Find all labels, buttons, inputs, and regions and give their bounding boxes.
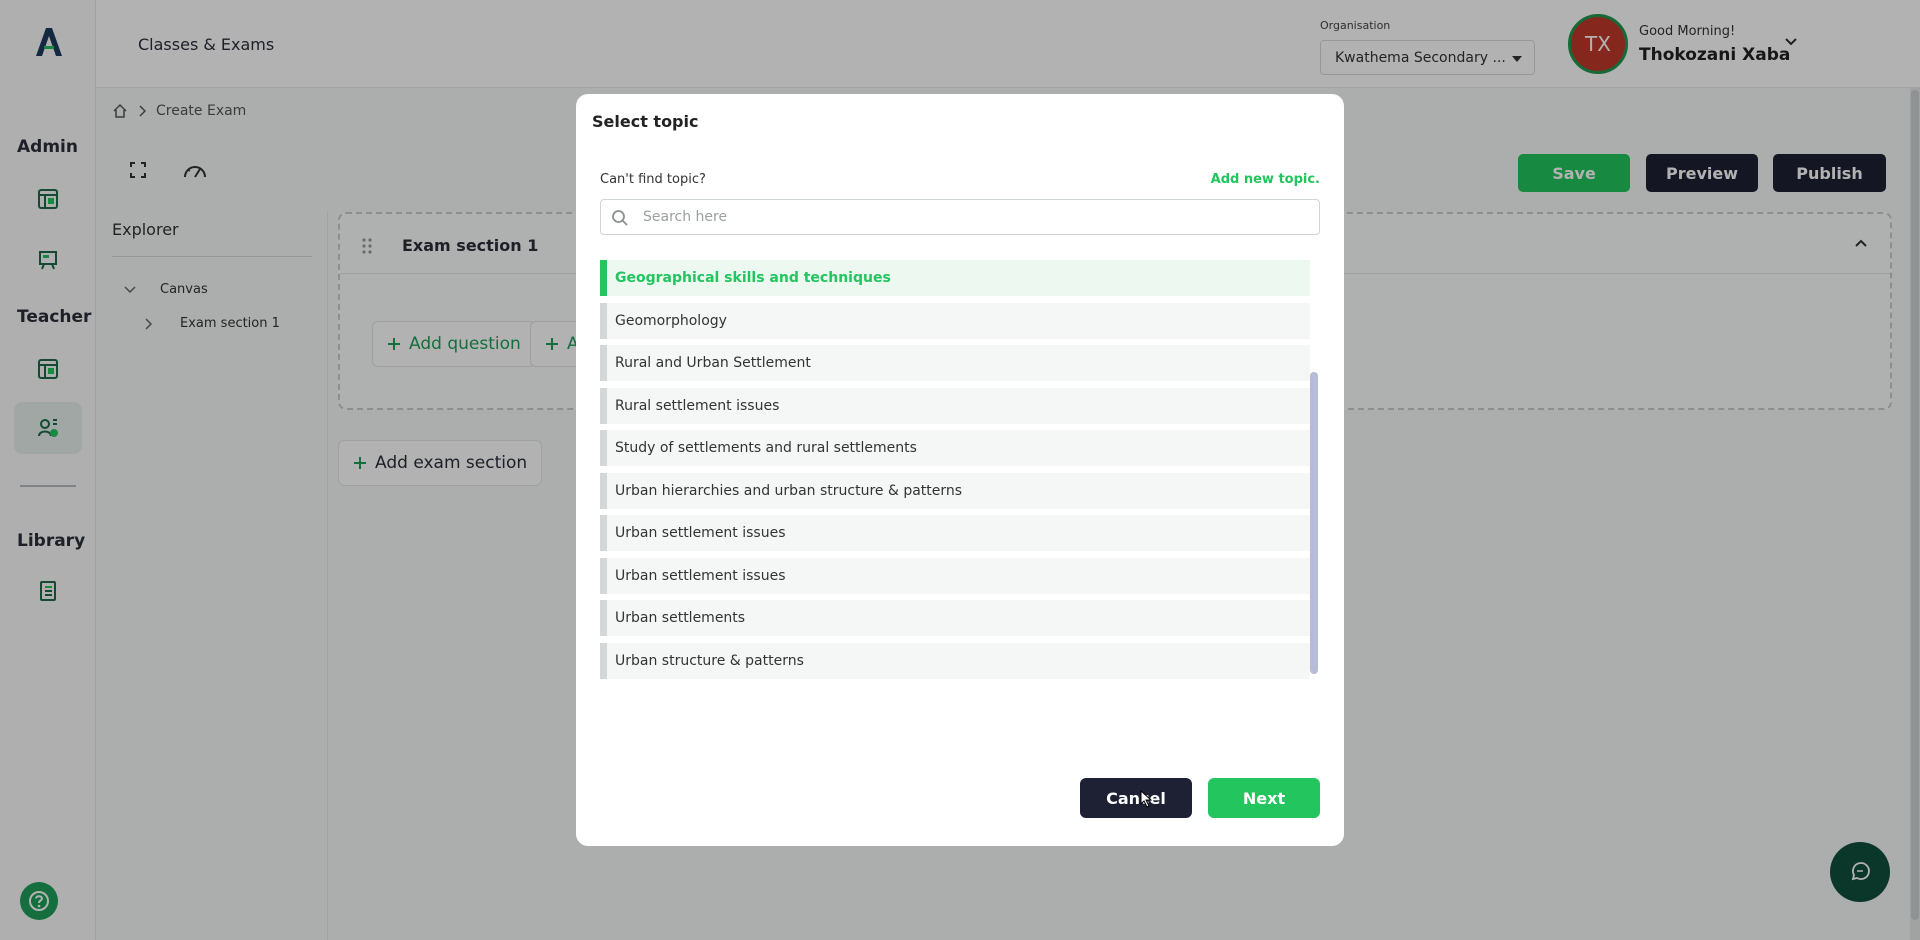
select-topic-modal: Select topic Can't find topic? Add new t… — [576, 94, 1344, 846]
next-button[interactable]: Next — [1208, 778, 1320, 818]
topic-list-scrollbar[interactable] — [1310, 372, 1318, 674]
mouse-cursor-icon — [1140, 790, 1154, 808]
topic-label: Urban settlement issues — [615, 567, 786, 584]
topic-search[interactable] — [600, 199, 1320, 235]
topic-label: Geomorphology — [615, 312, 727, 329]
topic-item[interactable]: Geographical skills and techniques — [600, 260, 1310, 296]
topic-item[interactable]: Urban settlement issues — [600, 515, 1310, 551]
topic-label: Rural and Urban Settlement — [615, 355, 811, 371]
topic-label: Urban hierarchies and urban structure & … — [615, 482, 963, 499]
topic-label: Geographical skills and techniques — [615, 270, 891, 286]
search-icon — [611, 209, 629, 227]
topic-label: Urban structure & patterns — [615, 652, 804, 669]
topic-item[interactable]: Urban settlements — [600, 600, 1310, 636]
topic-label: Urban settlements — [615, 610, 746, 626]
modal-title: Select topic — [592, 112, 699, 131]
topic-item[interactable]: Rural and Urban Settlement — [600, 345, 1310, 381]
topic-item[interactable]: Urban settlement issues — [600, 557, 1310, 594]
topic-item[interactable]: Geomorphology — [600, 302, 1310, 339]
topic-item[interactable]: Study of settlements and rural settlemen… — [600, 430, 1310, 466]
topic-list: Geographical skills and techniques Geomo… — [600, 260, 1310, 685]
cant-find-text: Can't find topic? — [600, 172, 706, 187]
topic-scroll-thumb[interactable] — [1310, 372, 1318, 674]
add-new-topic-link[interactable]: Add new topic. — [1211, 172, 1320, 187]
topic-item[interactable]: Rural settlement issues — [600, 387, 1310, 424]
topic-item[interactable]: Urban hierarchies and urban structure & … — [600, 472, 1310, 509]
topic-item[interactable]: Urban structure & patterns — [600, 642, 1310, 679]
cancel-button[interactable]: Cancel — [1080, 778, 1192, 818]
topic-label: Urban settlement issues — [615, 525, 786, 541]
search-input[interactable] — [643, 200, 1303, 234]
topic-label: Rural settlement issues — [615, 397, 780, 414]
topic-label: Study of settlements and rural settlemen… — [615, 440, 917, 456]
